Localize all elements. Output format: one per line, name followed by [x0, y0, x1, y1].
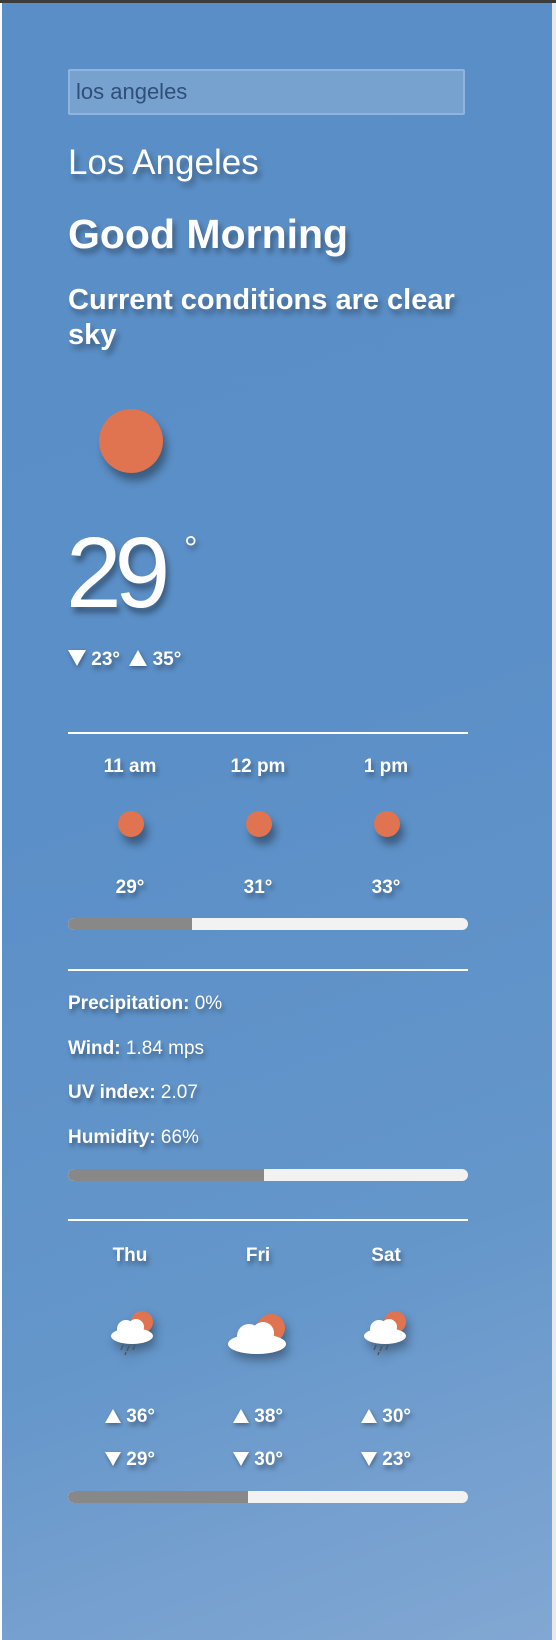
sun-icon	[374, 811, 400, 837]
weather-panel: Los Angeles Good Morning Current conditi…	[2, 3, 552, 1640]
city-name: Los Angeles	[68, 143, 259, 182]
up-arrow-icon	[360, 1409, 377, 1423]
current-conditions: Current conditions are clear sky	[68, 284, 455, 351]
divider	[68, 1219, 468, 1221]
cloud-sun-rain-icon	[364, 1311, 406, 1356]
sun-icon	[246, 811, 272, 837]
hour-temperature: 31°	[243, 877, 273, 898]
day-high-temperature: 36°	[65, 1406, 195, 1428]
hour-temperature: 33°	[371, 877, 401, 898]
day-low-temperature: 23°	[321, 1449, 451, 1471]
day-low-temperature: 30°	[193, 1449, 323, 1471]
hour-temperature: 29°	[115, 877, 145, 898]
temperature-range: 23° 35°	[68, 649, 181, 671]
low-temperature: 23°	[91, 649, 121, 670]
day-label: Fri	[245, 1245, 271, 1266]
day-label: Sat	[371, 1245, 401, 1266]
hour-label: 1 pm	[363, 756, 409, 777]
humidity-row: Humidity: 66%	[68, 1127, 199, 1149]
precipitation-value: 0%	[194, 993, 223, 1014]
down-arrow-icon	[68, 650, 86, 666]
scrollbar-thumb[interactable]	[68, 1169, 264, 1181]
daily-scrollbar[interactable]	[68, 1491, 468, 1503]
low-value: 29°	[126, 1449, 155, 1470]
day-low-temperature: 29°	[65, 1449, 195, 1471]
sun-icon	[118, 811, 144, 837]
wind-row: Wind: 1.84 mps	[68, 1038, 204, 1060]
scrollbar-thumb[interactable]	[68, 1491, 248, 1503]
humidity-value: 66%	[160, 1127, 199, 1148]
uv-index-row: UV index: 2.07	[68, 1082, 198, 1104]
precipitation-label: Precipitation:	[68, 993, 190, 1014]
high-value: 30°	[382, 1406, 411, 1427]
low-value: 30°	[254, 1449, 283, 1470]
uv-index-value: 2.07	[160, 1082, 198, 1103]
high-value: 38°	[254, 1406, 283, 1427]
wind-label: Wind:	[68, 1038, 121, 1059]
sun-icon	[99, 409, 163, 473]
day-high-temperature: 30°	[321, 1406, 451, 1428]
uv-index-label: UV index:	[68, 1082, 156, 1103]
cloud-sun-rain-icon	[111, 1311, 153, 1356]
divider	[68, 732, 468, 734]
cloud-sun-icon	[228, 1314, 286, 1354]
wind-value: 1.84 mps	[125, 1038, 205, 1059]
greeting-heading: Good Morning	[68, 211, 349, 257]
hour-label: 12 pm	[230, 756, 286, 777]
degree-symbol: °	[184, 530, 198, 568]
up-arrow-icon	[232, 1409, 249, 1423]
precipitation-row: Precipitation: 0%	[68, 993, 222, 1015]
day-high-temperature: 38°	[193, 1406, 323, 1428]
down-arrow-icon	[104, 1452, 121, 1466]
low-value: 23°	[382, 1449, 411, 1470]
humidity-label: Humidity:	[68, 1127, 156, 1148]
up-arrow-icon	[104, 1409, 121, 1423]
high-value: 36°	[126, 1406, 155, 1427]
up-arrow-icon	[129, 650, 148, 666]
window-frame-edge	[552, 3, 556, 1640]
hour-label: 11 am	[103, 756, 157, 777]
down-arrow-icon	[232, 1452, 249, 1466]
hourly-scrollbar[interactable]	[68, 918, 468, 930]
current-temperature: 29	[66, 517, 170, 629]
search-input[interactable]	[68, 69, 465, 115]
day-label: Thu	[112, 1245, 148, 1266]
down-arrow-icon	[360, 1452, 377, 1466]
details-scrollbar[interactable]	[68, 1169, 468, 1181]
high-temperature: 35°	[152, 649, 182, 670]
divider	[68, 969, 468, 971]
scrollbar-thumb[interactable]	[68, 918, 192, 930]
